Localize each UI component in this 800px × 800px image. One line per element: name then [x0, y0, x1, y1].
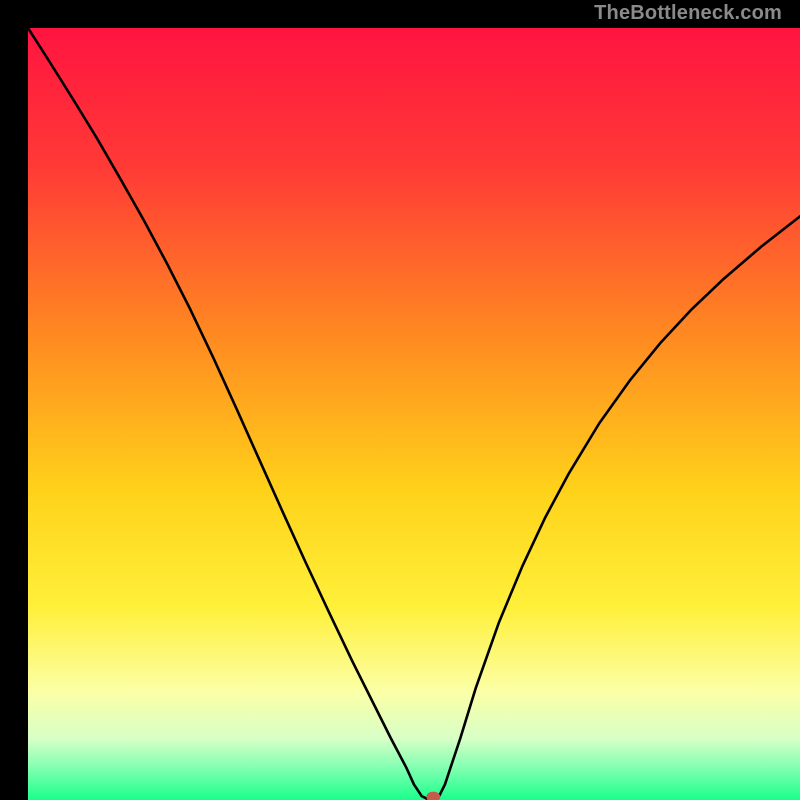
chart-frame — [14, 14, 786, 786]
bottleneck-chart — [28, 28, 800, 800]
gradient-background — [28, 28, 800, 800]
watermark-text: TheBottleneck.com — [594, 2, 782, 25]
